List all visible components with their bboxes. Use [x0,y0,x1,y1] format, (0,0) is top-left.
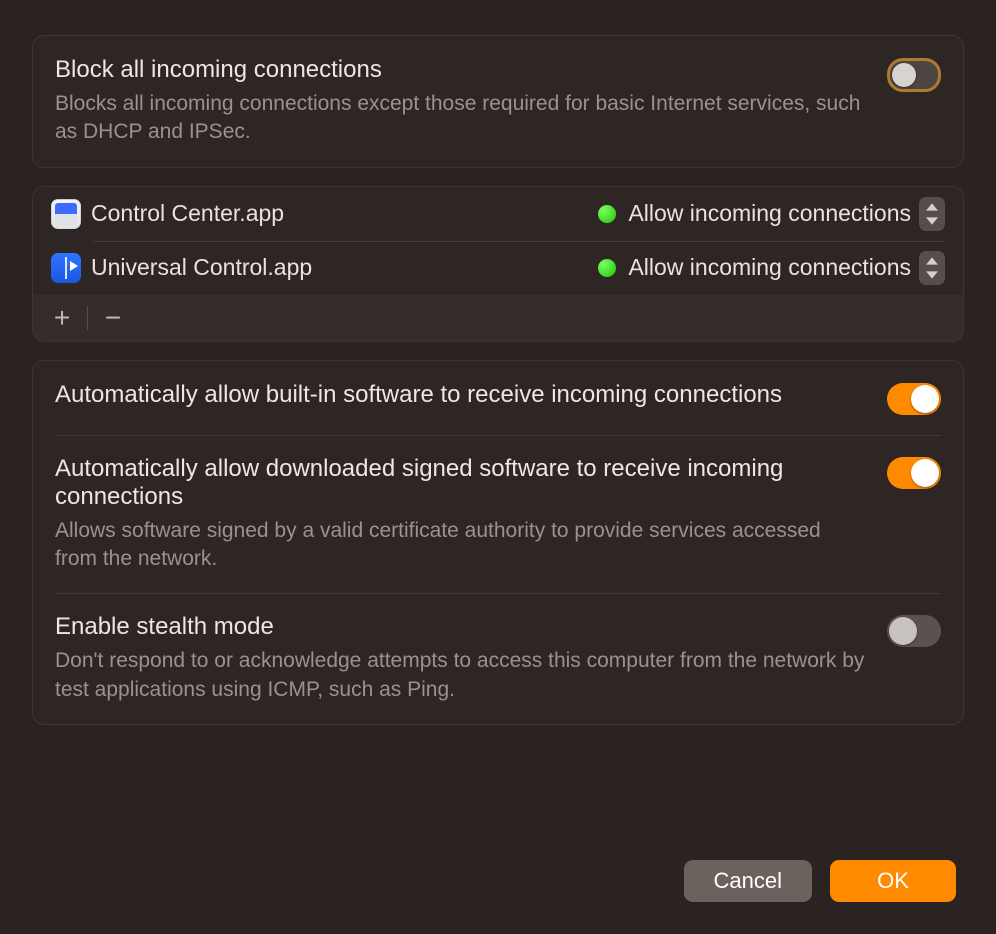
status-stepper[interactable] [919,251,945,285]
stealth-title: Enable stealth mode [55,613,867,641]
cancel-button[interactable]: Cancel [684,860,812,902]
auto-builtin-text: Automatically allow built-in software to… [55,381,887,409]
app-name-label: Universal Control.app [91,254,598,281]
chevron-down-icon [926,271,938,279]
chevron-down-icon [926,217,938,225]
auto-signed-row: Automatically allow downloaded signed so… [33,435,963,594]
app-name-label: Control Center.app [91,200,598,227]
block-all-row: Block all incoming connections Blocks al… [33,36,963,167]
divider [87,306,88,330]
block-all-panel: Block all incoming connections Blocks al… [32,35,964,168]
stealth-text: Enable stealth mode Don't respond to or … [55,613,887,704]
chevron-up-icon [926,203,938,211]
minus-icon: − [105,302,121,334]
app-list-footer: + − [33,295,963,341]
app-status-label: Allow incoming connections [628,254,911,281]
app-status: Allow incoming connections [598,200,911,227]
status-stepper[interactable] [919,197,945,231]
options-panel: Automatically allow built-in software to… [32,360,964,725]
control-center-icon [51,199,81,229]
app-status: Allow incoming connections [598,254,911,281]
block-all-text: Block all incoming connections Blocks al… [55,56,887,147]
app-status-label: Allow incoming connections [628,200,911,227]
stealth-row: Enable stealth mode Don't respond to or … [33,593,963,724]
block-all-title: Block all incoming connections [55,56,867,84]
auto-signed-text: Automatically allow downloaded signed so… [55,455,887,574]
ok-button-label: OK [877,868,909,894]
universal-control-icon [51,253,81,283]
app-row[interactable]: Control Center.app Allow incoming connec… [33,187,963,241]
remove-app-button[interactable]: − [98,303,128,333]
stealth-toggle[interactable] [887,615,941,647]
app-list-panel: Control Center.app Allow incoming connec… [32,186,964,342]
ok-button[interactable]: OK [830,860,956,902]
status-dot-icon [598,205,616,223]
dialog-footer: Cancel OK [684,860,956,902]
block-all-subtitle: Blocks all incoming connections except t… [55,90,867,147]
auto-builtin-title: Automatically allow built-in software to… [55,381,867,409]
plus-icon: + [54,302,70,334]
add-app-button[interactable]: + [47,303,77,333]
auto-signed-toggle[interactable] [887,457,941,489]
auto-signed-subtitle: Allows software signed by a valid certif… [55,517,867,574]
auto-signed-title: Automatically allow downloaded signed so… [55,455,867,511]
block-all-toggle[interactable] [887,58,941,92]
status-dot-icon [598,259,616,277]
auto-builtin-toggle[interactable] [887,383,941,415]
stealth-subtitle: Don't respond to or acknowledge attempts… [55,647,867,704]
cancel-button-label: Cancel [714,868,782,894]
app-row[interactable]: Universal Control.app Allow incoming con… [33,241,963,295]
auto-builtin-row: Automatically allow built-in software to… [33,361,963,435]
chevron-up-icon [926,257,938,265]
